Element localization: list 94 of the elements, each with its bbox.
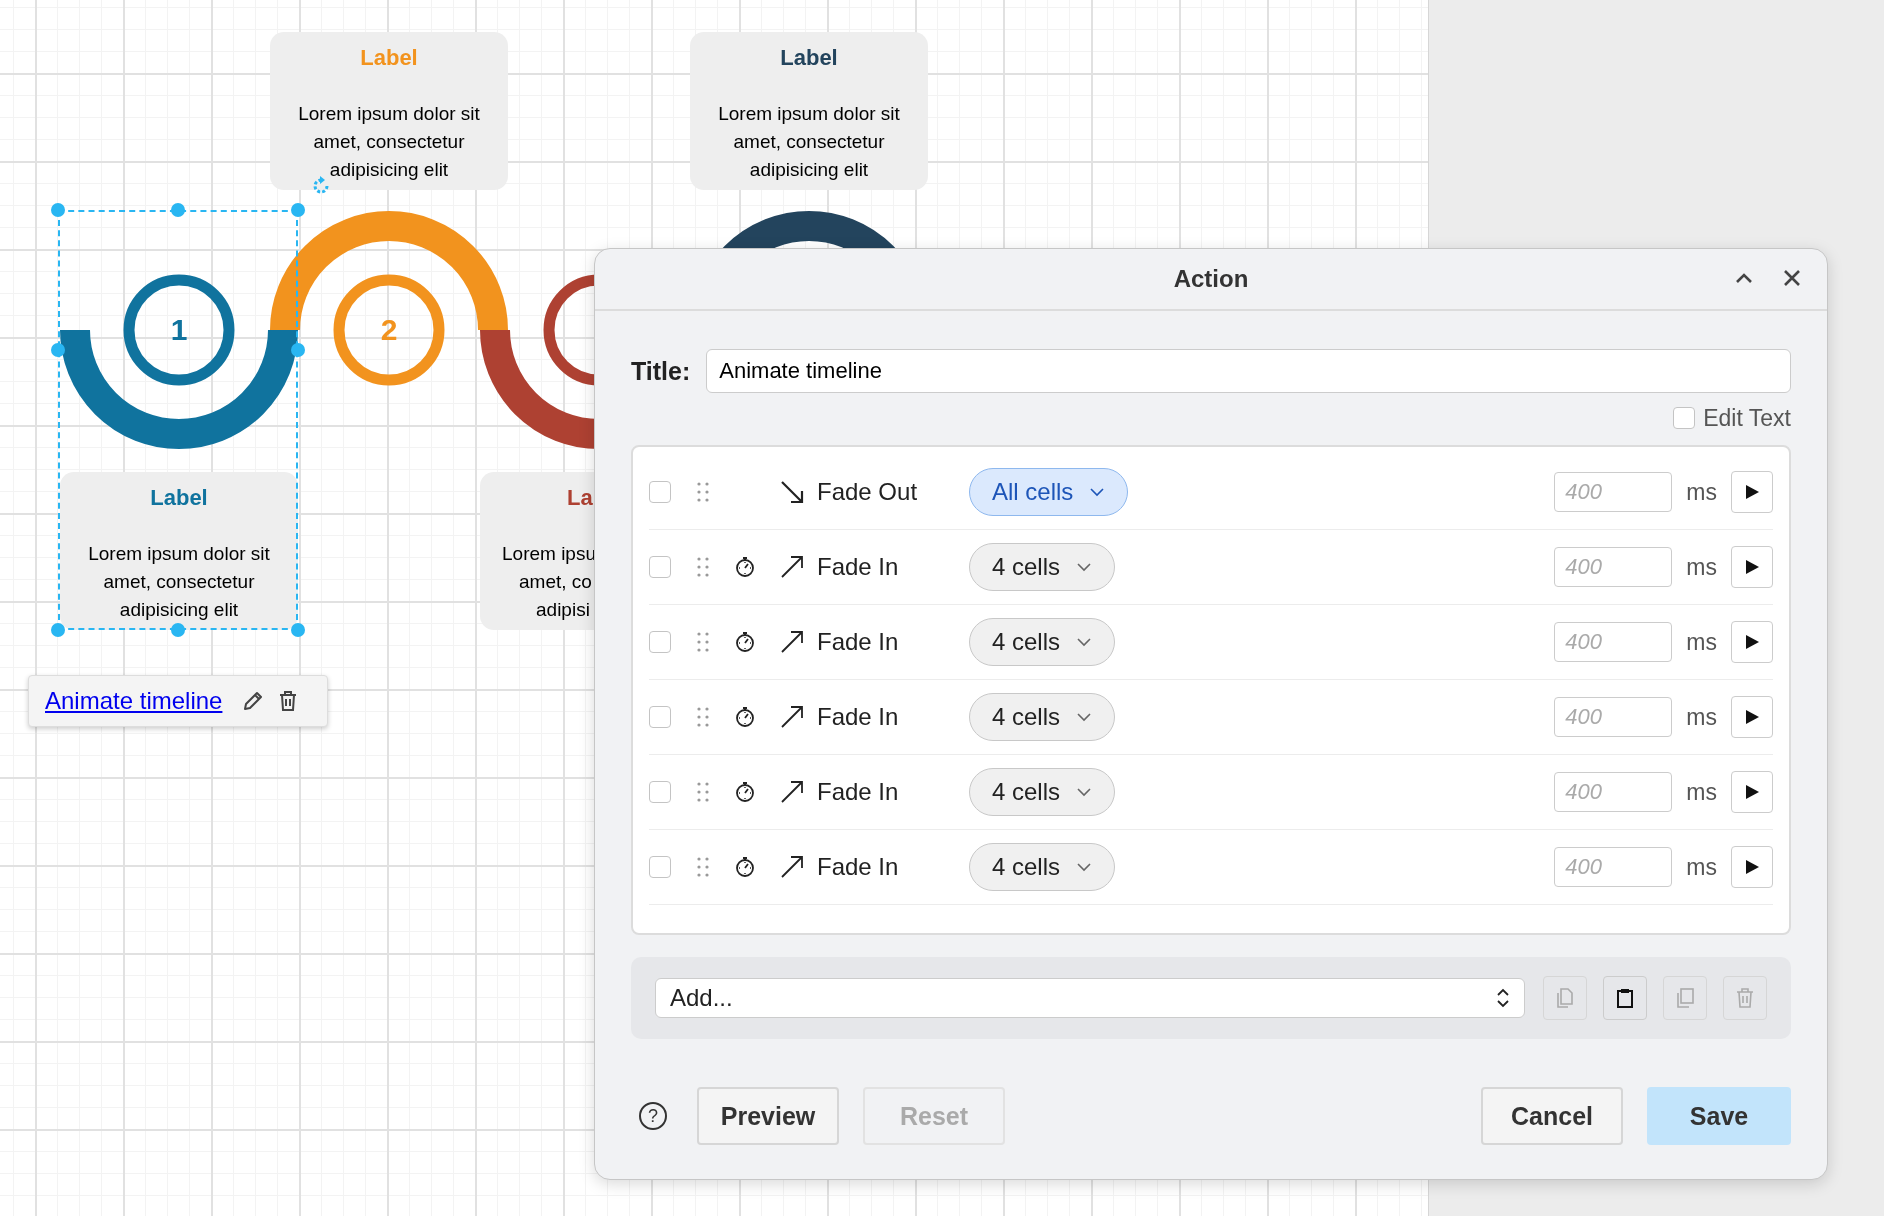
card-heading: La xyxy=(566,484,594,512)
drag-handle-icon[interactable] xyxy=(697,482,709,502)
chevron-down-icon xyxy=(1089,487,1106,497)
drag-handle-icon[interactable] xyxy=(697,782,709,802)
resize-handle[interactable] xyxy=(51,342,65,357)
play-icon xyxy=(1743,858,1761,876)
card-text: Lorem ipsum dolor sit amet, consectetur adipisicing elit xyxy=(297,102,481,182)
play-button[interactable] xyxy=(1731,771,1773,813)
card-text: Lorem ipsum dolor sit amet, consectetur adipisicing elit xyxy=(717,102,901,182)
resize-handle[interactable] xyxy=(51,623,65,637)
unit-label: ms xyxy=(1686,778,1717,806)
chevron-down-icon xyxy=(1076,862,1093,872)
resize-handle[interactable] xyxy=(171,623,185,637)
card-heading: Label xyxy=(359,44,419,72)
step-number: 2 xyxy=(380,313,398,346)
resize-handle[interactable] xyxy=(51,203,65,217)
effect-label: Fade Out xyxy=(817,478,919,506)
card-heading: Label xyxy=(779,44,839,72)
unit-label: ms xyxy=(1686,478,1717,506)
cells-dropdown[interactable]: 4 cells xyxy=(969,693,1116,741)
card-text-line: amet, co xyxy=(518,570,593,594)
play-button[interactable] xyxy=(1731,621,1773,663)
drag-handle-icon[interactable] xyxy=(697,857,709,877)
chevron-down-icon xyxy=(1076,562,1093,572)
chevron-down-icon xyxy=(1076,637,1093,647)
card-text: Lorem ipsum dolor sit amet, consectetur adipisicing elit xyxy=(87,542,271,622)
resize-handle[interactable] xyxy=(171,203,185,217)
edit-text-label: Edit Text xyxy=(1703,404,1791,432)
drag-handle-icon[interactable] xyxy=(697,632,709,652)
resize-handle[interactable] xyxy=(291,623,305,637)
row-checkbox[interactable] xyxy=(649,781,671,803)
chevron-down-icon xyxy=(1076,712,1093,722)
trash-icon[interactable] xyxy=(278,690,299,712)
stopwatch-icon xyxy=(735,706,755,728)
edit-text-checkbox[interactable] xyxy=(1673,407,1696,429)
chevron-down-icon xyxy=(1076,787,1093,797)
card-heading: Label xyxy=(149,484,209,512)
duration-field[interactable]: 400 xyxy=(1554,847,1673,887)
stopwatch-icon xyxy=(735,556,755,578)
collapse-icon[interactable] xyxy=(1735,272,1753,284)
cells-dropdown[interactable]: 4 cells xyxy=(969,543,1116,591)
effect-label: Fade In xyxy=(817,628,900,656)
card-text-line: adipisi xyxy=(535,598,591,622)
cells-dropdown[interactable]: All cells xyxy=(969,468,1129,516)
dialog-title: Action xyxy=(1173,265,1249,293)
add-select[interactable]: Add... xyxy=(655,978,1525,1018)
play-icon xyxy=(1743,558,1761,576)
play-button[interactable] xyxy=(1731,696,1773,738)
stopwatch-icon xyxy=(735,856,755,878)
cells-dropdown[interactable]: 4 cells xyxy=(969,768,1116,816)
unit-label: ms xyxy=(1686,853,1717,881)
play-icon xyxy=(1743,633,1761,651)
action-link[interactable]: Animate timeline xyxy=(45,687,223,715)
footer-button[interactable]: Save xyxy=(1647,1087,1791,1145)
play-icon xyxy=(1743,708,1761,726)
row-checkbox[interactable] xyxy=(649,481,671,503)
title-label: Title: xyxy=(631,356,691,386)
unit-label: ms xyxy=(1686,553,1717,581)
duration-field[interactable]: 400 xyxy=(1554,547,1673,587)
paste-button[interactable] xyxy=(1603,976,1647,1020)
duration-field[interactable]: 400 xyxy=(1554,697,1673,737)
cells-dropdown[interactable]: 4 cells xyxy=(969,843,1116,891)
effect-label: Fade In xyxy=(817,553,900,581)
effect-label: Fade In xyxy=(817,853,900,881)
row-checkbox[interactable] xyxy=(649,631,671,653)
play-icon xyxy=(1743,483,1761,501)
play-button[interactable] xyxy=(1731,846,1773,888)
footer-button[interactable]: Cancel xyxy=(1481,1087,1623,1145)
stopwatch-icon xyxy=(735,781,755,803)
duration-field[interactable]: 400 xyxy=(1554,472,1673,512)
pencil-icon[interactable] xyxy=(242,690,265,712)
effect-label: Fade In xyxy=(817,778,900,806)
up-down-chevron-icon xyxy=(1496,987,1510,1009)
play-button[interactable] xyxy=(1731,471,1773,513)
play-button[interactable] xyxy=(1731,546,1773,588)
unit-label: ms xyxy=(1686,628,1717,656)
help-icon[interactable]: ? xyxy=(639,1102,667,1130)
effect-label: Fade In xyxy=(817,703,900,731)
close-icon[interactable] xyxy=(1783,269,1801,287)
row-checkbox[interactable] xyxy=(649,556,671,578)
drag-handle-icon[interactable] xyxy=(697,557,709,577)
duration-field[interactable]: 400 xyxy=(1554,772,1673,812)
row-checkbox[interactable] xyxy=(649,856,671,878)
duration-field[interactable]: 400 xyxy=(1554,622,1673,662)
row-checkbox[interactable] xyxy=(649,706,671,728)
step-number: 1 xyxy=(170,313,188,346)
play-icon xyxy=(1743,783,1761,801)
unit-label: ms xyxy=(1686,703,1717,731)
drag-handle-icon[interactable] xyxy=(697,707,709,727)
title-field[interactable]: Animate timeline xyxy=(706,349,1791,393)
cells-dropdown[interactable]: 4 cells xyxy=(969,618,1116,666)
stopwatch-icon xyxy=(735,631,755,653)
resize-handle[interactable] xyxy=(291,203,305,217)
footer-button[interactable]: Preview xyxy=(697,1087,839,1145)
